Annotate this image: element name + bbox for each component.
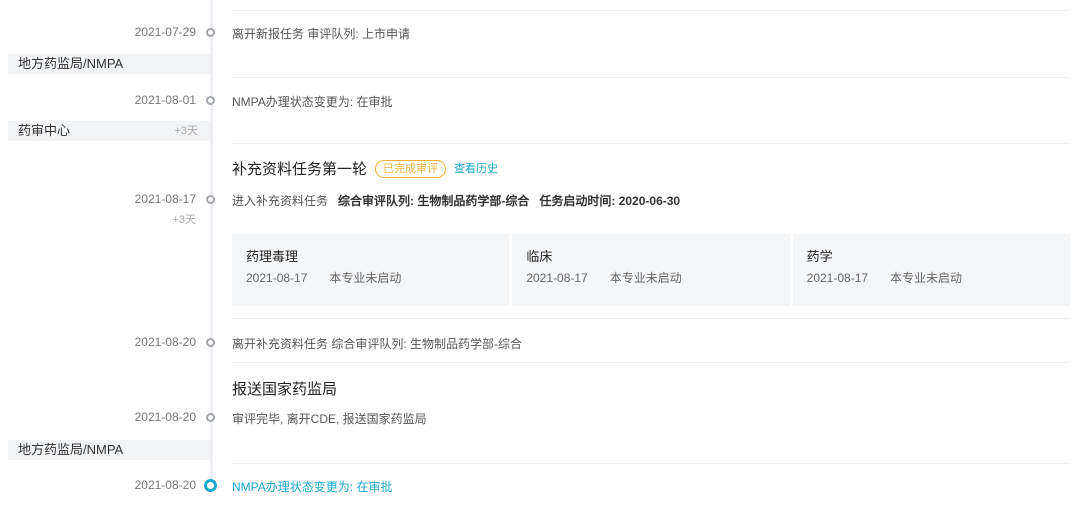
view-history-link[interactable]: 查看历史 — [454, 163, 498, 175]
card-status: 本专业未启动 — [890, 271, 963, 285]
card-title: 药学 — [806, 249, 833, 264]
timeline-event: 离开补充资料任务 综合审评队列: 生物制品药学部-综合 — [232, 337, 523, 351]
event-start-time: 任务启动时间: 2020-06-30 — [539, 194, 681, 208]
band-duration: +3天 — [174, 125, 198, 137]
agency-band: 药审中心 +3天 — [8, 121, 210, 141]
specialty-card: 药理毒理 2021-08-17 本专业未启动 — [232, 234, 510, 306]
divider — [232, 143, 1070, 144]
card-meta: 2021-08-17 本专业未启动 — [526, 269, 775, 286]
agency-band: 地方药监局/NMPA — [8, 440, 210, 460]
timeline-dot — [206, 195, 215, 204]
timeline-event-current: NMPA办理状态变更为: 在审批 — [232, 480, 393, 494]
specialty-cards: 药理毒理 2021-08-17 本专业未启动 临床 2021-08-17 本专业未启… — [232, 234, 1070, 306]
timeline-date: 2021-08-17 — [134, 192, 196, 206]
card-date: 2021-08-17 — [806, 271, 869, 285]
event-queue: 综合审评队列: 生物制品药学部-综合 — [338, 194, 530, 208]
timeline-date: 2021-07-29 — [134, 25, 196, 39]
timeline-dot — [206, 413, 215, 422]
timeline-event: NMPA办理状态变更为: 在审批 — [232, 95, 393, 109]
timeline-dot — [206, 28, 215, 37]
card-status: 本专业未启动 — [609, 271, 682, 285]
timeline-event: 审评完毕, 离开CDE, 报送国家药监局 — [232, 412, 427, 426]
agency-band-label: 药审中心 — [18, 123, 71, 138]
card-status: 本专业未启动 — [329, 271, 402, 285]
divider — [232, 318, 1070, 319]
card-meta: 2021-08-17 本专业未启动 — [807, 269, 1056, 286]
section-title: 报送国家药监局 — [232, 381, 338, 398]
timeline-date: 2021-08-01 — [134, 93, 196, 107]
card-meta: 2021-08-17 本专业未启动 — [246, 269, 495, 286]
timeline-date: 2021-08-20 — [134, 478, 196, 492]
supplement-section-header: 补充资料任务第一轮 已完成审评 查看历史 — [232, 158, 498, 179]
divider — [232, 463, 1070, 464]
timeline-date: 2021-08-20 — [134, 410, 196, 424]
duration-delta: +3天 — [172, 214, 196, 226]
timeline-date: 2021-08-20 — [134, 335, 196, 349]
agency-band-label: 地方药监局/NMPA — [18, 56, 124, 71]
section-title: 补充资料任务第一轮 — [232, 161, 368, 178]
timeline-event: 进入补充资料任务 综合审评队列: 生物制品药学部-综合 任务启动时间: 2020… — [232, 192, 680, 209]
timeline-dot — [206, 338, 215, 347]
card-date: 2021-08-17 — [526, 271, 588, 285]
card-title: 临床 — [526, 249, 553, 264]
agency-band-label: 地方药监局/NMPA — [18, 442, 124, 457]
divider — [232, 362, 1070, 363]
agency-band: 地方药监局/NMPA — [8, 54, 210, 74]
divider — [232, 77, 1070, 78]
timeline-event: 离开新报任务 审评队列: 上市申请 — [232, 27, 411, 41]
specialty-card: 药学 2021-08-17 本专业未启动 — [792, 234, 1070, 306]
status-badge: 已完成审评 — [375, 160, 447, 178]
specialty-card: 临床 2021-08-17 本专业未启动 — [512, 234, 790, 306]
card-title: 药理毒理 — [246, 249, 299, 264]
timeline-dot — [206, 96, 215, 105]
current-status-dot — [204, 479, 217, 492]
card-date: 2021-08-17 — [246, 271, 308, 285]
divider — [232, 10, 1070, 11]
event-text: 进入补充资料任务 — [232, 194, 329, 208]
